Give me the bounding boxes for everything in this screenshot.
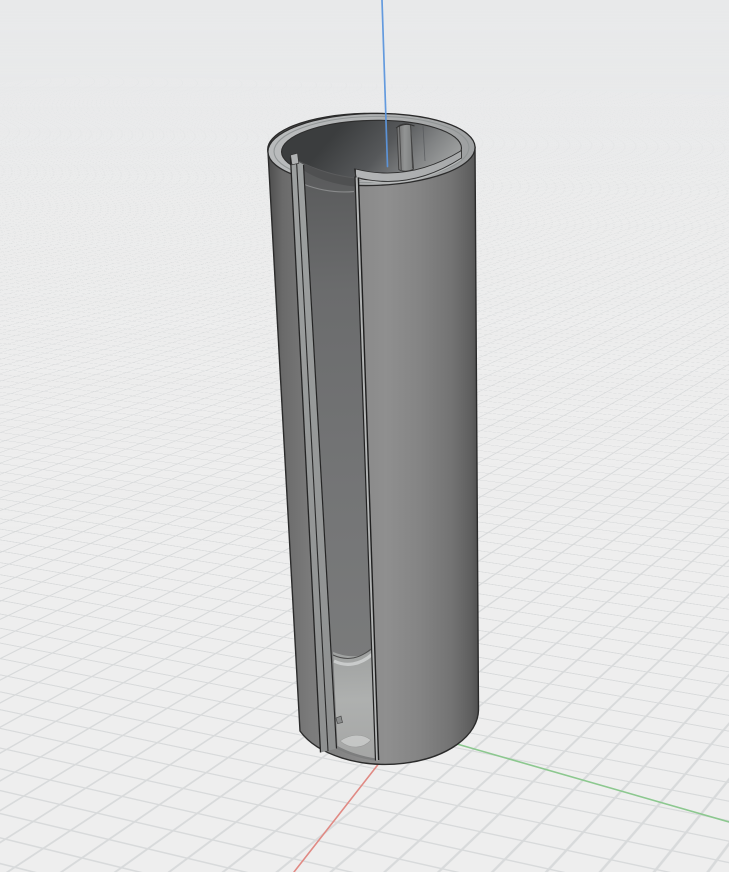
- cad-viewport[interactable]: [0, 0, 729, 872]
- z-axis-line: [382, 0, 388, 167]
- axes-over-layer: [0, 0, 729, 872]
